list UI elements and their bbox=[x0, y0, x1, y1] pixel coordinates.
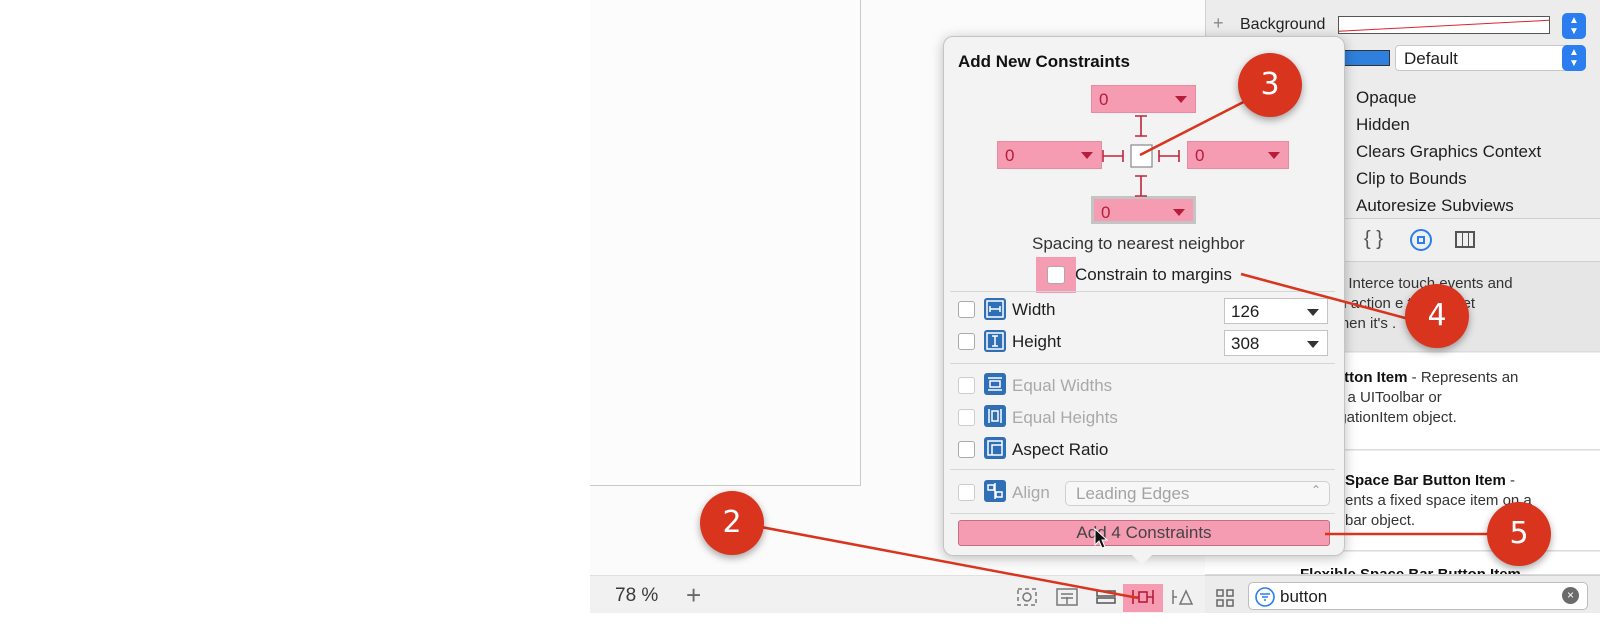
top-constraint-field[interactable]: 0 bbox=[1091, 85, 1196, 113]
trailing-constraint-field[interactable]: 0 bbox=[1187, 141, 1289, 169]
width-icon bbox=[984, 298, 1006, 320]
tint-popup-stepper[interactable]: ▲ ▼ bbox=[1562, 45, 1586, 71]
align-select[interactable]: Leading Edges ⌃ bbox=[1065, 481, 1330, 506]
library-item-title: Space Bar Button Item bbox=[1345, 472, 1506, 489]
add-constraints-button[interactable]: Add 4 Constraints bbox=[958, 520, 1330, 546]
equal-heights-icon bbox=[984, 405, 1006, 427]
align-icon-badge bbox=[984, 480, 1006, 502]
media-library-icon[interactable] bbox=[1455, 231, 1475, 248]
tint-select[interactable]: Default bbox=[1395, 45, 1585, 71]
aspect-ratio-label: Aspect Ratio bbox=[1012, 440, 1109, 459]
clear-search-icon[interactable]: × bbox=[1562, 587, 1579, 604]
width-input[interactable]: 126 bbox=[1224, 298, 1328, 324]
embed-in-stack-icon[interactable] bbox=[1055, 586, 1079, 608]
popover-divider bbox=[950, 513, 1335, 514]
popover-title: Add New Constraints bbox=[958, 52, 1130, 71]
spacing-label: Spacing to nearest neighbor bbox=[1032, 234, 1245, 253]
filter-icon bbox=[1255, 587, 1275, 607]
pin-icon[interactable] bbox=[1131, 586, 1155, 608]
step-5-callout: 5 bbox=[1487, 502, 1551, 566]
popover-divider bbox=[950, 363, 1335, 364]
constrain-margins-label: Constrain to margins bbox=[1075, 265, 1232, 284]
zoom-in-button[interactable]: + bbox=[686, 580, 701, 611]
equal-widths-label: Equal Widths bbox=[1012, 376, 1113, 395]
step-3-callout: 3 bbox=[1238, 53, 1302, 117]
equal-widths-checkbox[interactable] bbox=[958, 377, 975, 394]
background-popup-stepper[interactable]: ▲ ▼ bbox=[1562, 13, 1586, 39]
library-item-title: utton Item bbox=[1335, 369, 1408, 386]
view-controller-scene[interactable] bbox=[590, 0, 861, 486]
popover-divider bbox=[950, 291, 1335, 292]
height-checkbox[interactable] bbox=[958, 333, 975, 350]
equal-heights-checkbox[interactable] bbox=[958, 409, 975, 426]
opaque-label: Opaque bbox=[1356, 88, 1417, 107]
aspect-ratio-icon bbox=[984, 437, 1006, 459]
equal-heights-label: Equal Heights bbox=[1012, 408, 1118, 427]
updown-chevron-icon: ⌃ bbox=[1310, 483, 1321, 497]
width-checkbox[interactable] bbox=[958, 301, 975, 318]
library-item-desc: bar object. bbox=[1345, 512, 1416, 529]
height-value: 308 bbox=[1231, 334, 1260, 353]
library-item-desc: - Represents an bbox=[1407, 369, 1519, 386]
trailing-constraint-value: 0 bbox=[1195, 146, 1205, 165]
height-input[interactable]: 308 bbox=[1224, 330, 1328, 356]
width-label: Width bbox=[1012, 300, 1056, 319]
tint-color-well[interactable] bbox=[1338, 50, 1390, 66]
code-snippet-icon[interactable]: { } bbox=[1364, 228, 1383, 251]
constrain-margins-checkbox[interactable] bbox=[1047, 266, 1065, 284]
background-label: Background bbox=[1240, 16, 1326, 33]
align-icon[interactable] bbox=[1094, 586, 1118, 608]
clip-bounds-label: Clip to Bounds bbox=[1356, 169, 1467, 188]
background-color-well[interactable] bbox=[1338, 16, 1550, 34]
bottom-constraint-field[interactable]: 0 bbox=[1091, 196, 1196, 224]
step-2-callout: 2 bbox=[700, 491, 764, 555]
step-4-callout: 4 bbox=[1405, 284, 1469, 348]
align-label: Align bbox=[1012, 483, 1050, 502]
hidden-label: Hidden bbox=[1356, 115, 1410, 134]
library-item-title: Flexible Space Bar Button Item bbox=[1300, 566, 1521, 575]
aspect-ratio-checkbox[interactable] bbox=[958, 441, 975, 458]
clears-graphics-label: Clears Graphics Context bbox=[1356, 142, 1542, 161]
grid-view-icon[interactable] bbox=[1215, 588, 1235, 608]
equal-widths-icon bbox=[984, 373, 1006, 395]
width-value: 126 bbox=[1231, 302, 1260, 321]
height-icon bbox=[984, 330, 1006, 352]
leading-constraint-field[interactable]: 0 bbox=[997, 141, 1102, 169]
autoresize-label: Autoresize Subviews bbox=[1356, 196, 1514, 215]
align-select-value: Leading Edges bbox=[1076, 484, 1190, 503]
library-search-value: button bbox=[1280, 587, 1328, 606]
object-library-icon[interactable] bbox=[1410, 229, 1432, 251]
library-item-desc: igationItem object. bbox=[1335, 409, 1457, 426]
zoom-level: 78 % bbox=[615, 585, 659, 606]
mouse-cursor-icon bbox=[1094, 528, 1109, 549]
library-item-desc: - bbox=[1505, 472, 1516, 489]
leading-constraint-value: 0 bbox=[1005, 146, 1015, 165]
update-frames-icon[interactable] bbox=[1015, 586, 1039, 608]
top-constraint-value: 0 bbox=[1099, 90, 1109, 109]
library-item-desc: n a UIToolbar or bbox=[1335, 389, 1442, 406]
popover-divider bbox=[950, 469, 1335, 470]
background-variation-plus[interactable]: + bbox=[1213, 13, 1224, 34]
resolve-issues-icon[interactable] bbox=[1171, 586, 1195, 608]
bottom-constraint-value: 0 bbox=[1101, 203, 1111, 222]
align-checkbox[interactable] bbox=[958, 484, 975, 501]
height-label: Height bbox=[1012, 332, 1062, 351]
popover-arrow bbox=[1127, 550, 1157, 565]
pin-diagram-icon bbox=[1102, 115, 1180, 197]
